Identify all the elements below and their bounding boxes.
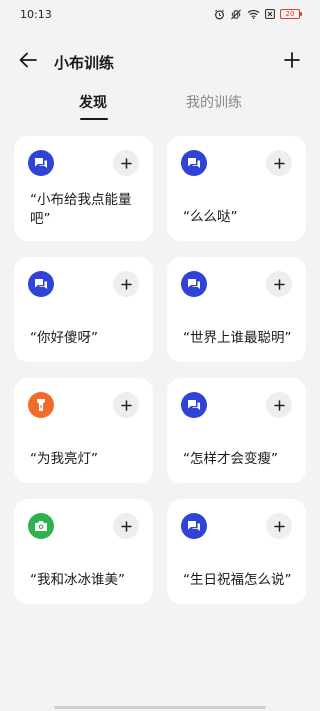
plus-icon xyxy=(284,52,300,72)
training-card[interactable]: “么么哒” xyxy=(167,136,306,241)
alarm-icon xyxy=(214,9,225,20)
back-button[interactable] xyxy=(16,50,40,74)
tab-my-training[interactable]: 我的训练 xyxy=(186,92,242,112)
chat-icon xyxy=(181,513,207,539)
header: 小布训练 xyxy=(0,42,320,82)
status-bar: 10:13 20 xyxy=(0,0,320,28)
plus-icon xyxy=(273,275,285,294)
training-card-grid: “小布给我点能量吧” “么么哒” “你好傻呀” “世界上谁最聪明” “为我亮灯”… xyxy=(14,136,306,604)
training-card[interactable]: “世界上谁最聪明” xyxy=(167,257,306,362)
card-add-button[interactable] xyxy=(266,150,292,176)
page-title: 小布训练 xyxy=(54,54,115,72)
card-add-button[interactable] xyxy=(266,271,292,297)
chat-icon xyxy=(28,150,54,176)
card-text: “小布给我点能量吧” xyxy=(30,192,132,227)
camera-icon xyxy=(28,513,54,539)
no-sim-icon xyxy=(265,9,275,19)
training-card[interactable]: “你好傻呀” xyxy=(14,257,153,362)
chat-icon xyxy=(181,271,207,297)
plus-icon xyxy=(120,396,132,415)
tab-discover[interactable]: 发现 xyxy=(79,92,107,112)
card-add-button[interactable] xyxy=(113,513,139,539)
plus-icon xyxy=(120,517,132,536)
plus-icon xyxy=(273,396,285,415)
training-card[interactable]: “小布给我点能量吧” xyxy=(14,136,153,241)
plus-icon xyxy=(120,275,132,294)
battery-icon: 20 xyxy=(280,9,302,19)
status-icons: 20 xyxy=(214,9,302,20)
card-add-button[interactable] xyxy=(113,150,139,176)
chat-icon xyxy=(181,392,207,418)
battery-level: 20 xyxy=(285,10,295,18)
plus-icon xyxy=(273,154,285,173)
card-text: “怎样才会变瘦” xyxy=(183,451,278,467)
chat-icon xyxy=(181,150,207,176)
training-card[interactable]: “为我亮灯” xyxy=(14,378,153,483)
card-add-button[interactable] xyxy=(266,392,292,418)
plus-icon xyxy=(273,517,285,536)
vibrate-mute-icon xyxy=(230,9,242,20)
card-text: “你好傻呀” xyxy=(30,330,98,346)
home-indicator[interactable] xyxy=(54,706,266,709)
card-text: “生日祝福怎么说” xyxy=(183,572,292,588)
training-card[interactable]: “怎样才会变瘦” xyxy=(167,378,306,483)
training-card[interactable]: “生日祝福怎么说” xyxy=(167,499,306,604)
tab-bar: 发现 我的训练 xyxy=(0,90,320,122)
add-training-button[interactable] xyxy=(280,50,304,74)
card-text: “我和冰冰谁美” xyxy=(30,572,125,588)
tab-indicator xyxy=(80,118,108,120)
training-card[interactable]: “我和冰冰谁美” xyxy=(14,499,153,604)
arrow-left-icon xyxy=(19,52,37,72)
plus-icon xyxy=(120,154,132,173)
flashlight-icon xyxy=(28,392,54,418)
card-text: “么么哒” xyxy=(183,209,238,225)
card-add-button[interactable] xyxy=(113,271,139,297)
card-add-button[interactable] xyxy=(113,392,139,418)
card-add-button[interactable] xyxy=(266,513,292,539)
card-text: “为我亮灯” xyxy=(30,451,98,467)
card-text: “世界上谁最聪明” xyxy=(183,330,292,346)
wifi-icon xyxy=(247,9,260,19)
status-time: 10:13 xyxy=(20,7,52,21)
chat-icon xyxy=(28,271,54,297)
